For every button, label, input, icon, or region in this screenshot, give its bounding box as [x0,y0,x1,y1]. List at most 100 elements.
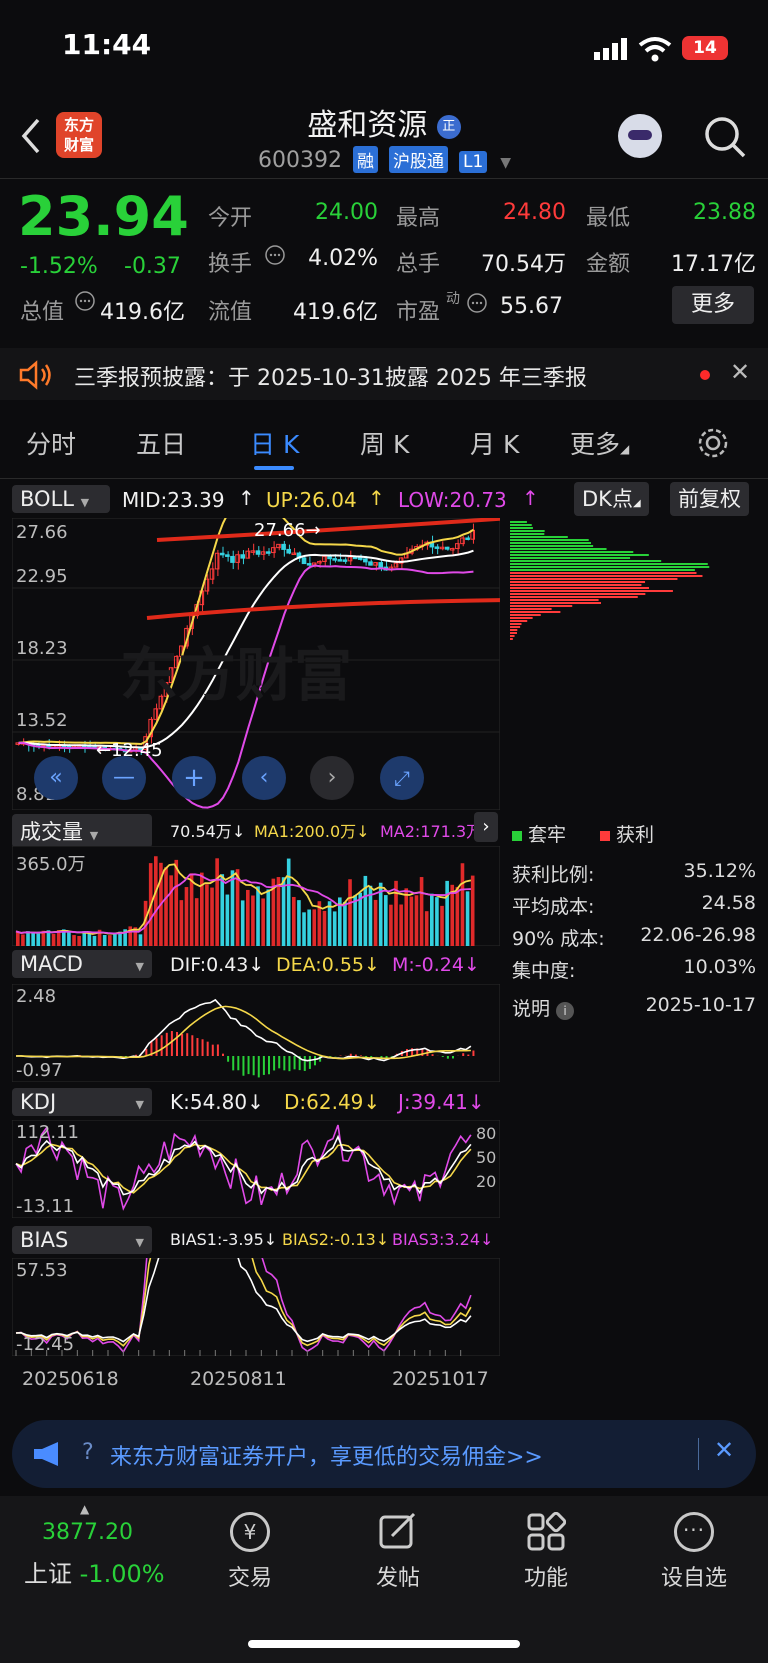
chip-bar [510,524,532,526]
indicator-selector-macd[interactable]: MACD ▼ [12,950,152,978]
tab-five-day[interactable]: 五日 [136,425,186,461]
chip-bar [510,557,631,559]
indicator-selector-volume[interactable]: 成交量 ▼ [12,814,152,848]
bias-1: BIAS1:-3.95↓ [170,1230,278,1249]
nav-functions[interactable]: 功能 [496,1512,596,1592]
macd-bar [467,1054,470,1056]
volume-bar [246,889,250,946]
robot-avatar-icon[interactable] [618,114,662,158]
tag-margin: 融 [352,146,378,173]
macd-bar [446,1056,449,1059]
chip-bar [510,581,646,583]
nav-functions-label: 功能 [523,1566,568,1591]
notice-dot [700,370,710,380]
y-tick-volume: 365.0万 [16,854,86,875]
gear-icon[interactable] [696,426,730,460]
bias-chart [12,1258,500,1356]
chip-label: 集中度: [512,960,576,982]
volume-bar [251,895,255,946]
label-low: 最低 [586,206,631,231]
volume-bar [194,898,199,946]
nav-trade[interactable]: ¥ 交易 [200,1512,300,1592]
value-low: 23.88 [693,200,756,225]
chip-bar [510,584,642,586]
megaphone-icon [34,1442,58,1466]
label-amount: 金额 [586,252,631,277]
indicator-selector-kdj[interactable]: KDJ ▼ [12,1088,152,1116]
adjust-button[interactable]: 前复权 [670,482,749,516]
tab-monthly-k[interactable]: 月 K [470,425,519,461]
volume-bar [276,877,281,946]
volume-bar [215,858,219,946]
indicator-selector-boll[interactable]: BOLL ▼ [12,485,110,513]
candle [342,559,348,562]
promo-banner[interactable]: ? 来东方财富证券开户，享更低的交易佣金>> ✕ [12,1420,756,1488]
macd-bar [278,1056,281,1069]
volume-bar [465,891,470,946]
chip-bar [510,620,528,622]
chip-note[interactable]: 说明 i [512,994,575,1021]
macd-bar [452,1056,454,1059]
candle [465,537,470,540]
info-icon[interactable] [264,244,286,266]
kdj-level: 50 [476,1148,497,1167]
close-icon[interactable]: ✕ [714,1436,734,1464]
info-icon[interactable] [466,292,488,314]
y-tick-kdj: 112.11 [16,1122,79,1143]
tab-weekly-k[interactable]: 周 K [360,425,409,461]
volume-ma2: MA2:171.3万 [380,822,483,841]
tab-daily-k[interactable]: 日 K [250,425,299,461]
chip-value: 10.03% [683,956,756,978]
volume-bar [21,934,25,946]
signal-icon [594,38,627,60]
dk-point-button[interactable]: DK点◢ [574,482,649,516]
close-icon[interactable]: ✕ [730,358,750,386]
more-button[interactable]: 更多 [672,286,754,324]
more-dots-icon: ··· [674,1512,714,1552]
expand-right-icon[interactable]: › [474,812,498,842]
nav-watchlist[interactable]: ··· 设自选 [644,1512,744,1592]
fullscreen-button[interactable]: ⤢ [380,756,424,800]
volume-bar [470,875,475,946]
volume-bar [460,863,465,946]
volume-bar [302,912,306,946]
candle [255,550,261,555]
volume-bar [154,856,158,946]
volume-bar [389,904,393,946]
volume-bar [332,911,337,946]
home-indicator [248,1640,520,1648]
label-market-cap: 总值 [20,300,65,325]
index-row[interactable]: 上证 -1.00% [24,1554,165,1589]
macd-bar [232,1056,235,1071]
nav-post[interactable]: 发帖 [348,1512,448,1592]
chip-value: 35.12% [683,860,756,882]
macd-bar [252,1056,255,1076]
chevron-down-icon[interactable]: ▼ [500,155,511,171]
volume-bar [445,880,449,946]
info-icon[interactable] [74,290,96,312]
macd-bar [155,1038,158,1056]
notice-bar[interactable]: 三季报预披露：于 2025-10-31披露 2025 年三季报 ✕ [0,348,768,400]
scroll-left-fast-button[interactable]: « [34,756,78,800]
tab-intraday[interactable]: 分时 [26,425,76,461]
index-value[interactable]: 3877.20 [42,1520,133,1545]
label-open: 今开 [208,206,253,231]
kdj-selector-label: KDJ [20,1090,57,1114]
chip-distribution-chart [510,521,710,640]
indicator-selector-bias[interactable]: BIAS ▼ [12,1226,152,1254]
search-icon[interactable] [702,114,748,160]
volume-bar [348,879,352,946]
zoom-in-button[interactable]: + [172,756,216,800]
volume-bar [230,870,235,946]
scroll-left-button[interactable]: ‹ [242,756,286,800]
kdj-d: D:62.49↓ [284,1090,381,1114]
tab-more[interactable]: 更多◢ [570,425,629,461]
macd-bar [360,1055,362,1056]
scroll-right-button[interactable]: › [310,756,354,800]
volume-bar [409,896,414,946]
stock-name-text: 盛和资源 [307,108,428,143]
zoom-out-button[interactable]: — [102,756,146,800]
volume-bar [225,894,230,946]
chip-value: 22.06-26.98 [640,924,756,946]
candle [357,557,363,560]
